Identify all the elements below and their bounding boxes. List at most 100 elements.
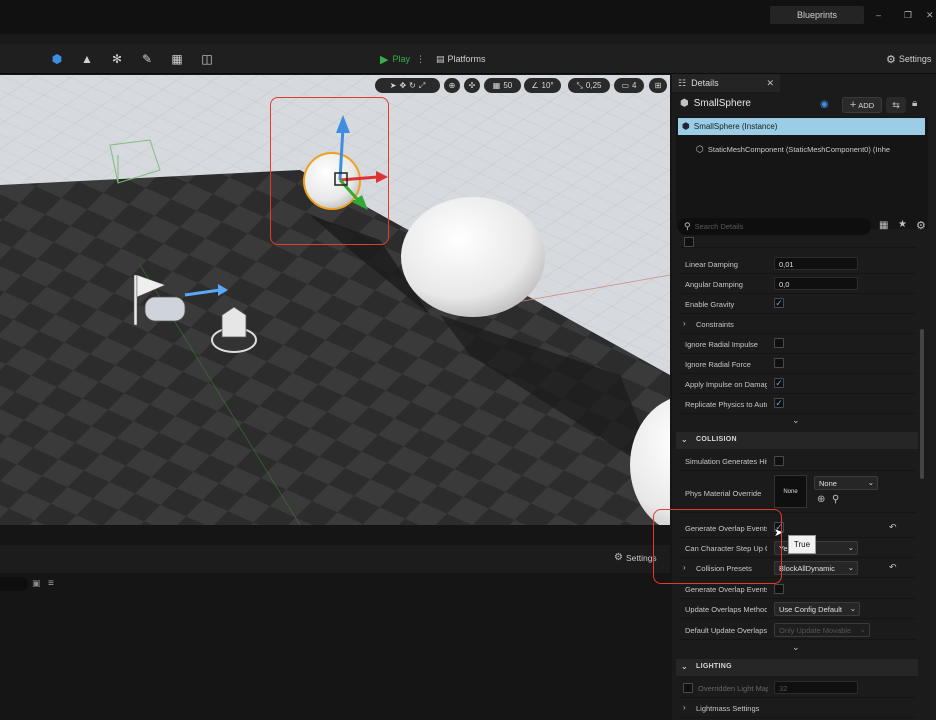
tab-strip [0, 34, 936, 44]
lock-icon[interactable]: 🔒︎ [912, 98, 917, 109]
simulation-generates-hit-checkbox[interactable] [774, 456, 784, 466]
actor-icon: ⬢ [682, 121, 690, 131]
level-viewport[interactable] [0, 75, 670, 525]
reset-to-default-icon[interactable]: ↶ [889, 562, 897, 573]
phys-material-thumbnail[interactable]: None [774, 475, 807, 508]
property-constraints[interactable]: › Constraints [680, 314, 916, 334]
chevron-right-icon[interactable]: › [683, 319, 686, 328]
camera-icon: ▭ [621, 81, 630, 90]
fracture-mode-icon[interactable]: ▦ [170, 52, 184, 66]
minimize-button[interactable]: – [876, 10, 881, 20]
section-lighting[interactable]: ⌄ LIGHTING [676, 659, 918, 676]
angular-damping-input[interactable]: 0,0 [774, 277, 858, 290]
favorites-star-icon[interactable]: ★ [898, 219, 907, 230]
play-options-icon[interactable]: ⋮ [416, 54, 425, 65]
scale-icon[interactable]: ⤢ [419, 81, 425, 91]
enable-gravity-checkbox[interactable]: ✓ [774, 298, 784, 308]
grid-snap-toggle[interactable]: ▦ 50 [484, 78, 521, 93]
save-search-icon[interactable]: ▣ [32, 578, 41, 589]
details-settings-icon[interactable]: ⚙ [916, 219, 926, 232]
transform-tools[interactable]: ➤ ✥ ↻ ⤢ [375, 78, 440, 93]
ignore-radial-force-checkbox[interactable] [774, 358, 784, 368]
play-icon: ▶ [380, 53, 389, 66]
replicate-physics-checkbox[interactable]: ✓ [774, 398, 784, 408]
property-phys-material-override: Phys Material Override None None ⌄ ⊕ ⚲ [680, 473, 916, 513]
world-local-icon[interactable]: ⊕ [444, 78, 460, 93]
chevron-down-icon: ⌄ [859, 625, 866, 634]
blueprints-tab[interactable]: Blueprints [770, 6, 864, 24]
plus-icon: + [849, 99, 857, 111]
scale-snap-icon: ⤡ [576, 80, 583, 90]
close-button[interactable]: ✕ [926, 10, 934, 21]
play-button[interactable]: ▶ Play ⋮ [380, 51, 425, 67]
chevron-down-icon: ⌄ [867, 478, 874, 487]
property-overridden-light-map: Overridden Light Map Res 32 [680, 678, 916, 698]
select-arrow-icon[interactable]: ➤ [390, 81, 397, 90]
close-tab-icon[interactable]: ✕ [766, 78, 774, 89]
component-row-instance[interactable]: ⬢ SmallSphere (Instance) [678, 118, 925, 135]
property-enable-gravity: Enable Gravity ✓ [680, 294, 916, 314]
foliage-mode-icon[interactable]: ✻ [110, 52, 124, 66]
property-generate-overlap-events-streaming: Generate Overlap Events During Level Str… [680, 579, 916, 599]
blueprint-convert-icon[interactable]: ⇆ [886, 97, 906, 113]
section-collision[interactable]: ⌄ COLLISION [676, 432, 918, 449]
collision-presets-dropdown[interactable]: BlockAllDynamic ⌄ [774, 561, 858, 575]
search-icon: ⚲ [684, 221, 691, 231]
phys-material-dropdown[interactable]: None ⌄ [814, 476, 878, 490]
light-map-res-input: 32 [774, 681, 858, 694]
rotate-icon[interactable]: ↻ [409, 81, 416, 90]
search-details-input[interactable]: ⚲ Search Details [678, 218, 871, 235]
blueprint-icon[interactable]: ◉ [820, 99, 829, 110]
add-component-button[interactable]: + ADD [842, 97, 882, 113]
modeling-mode-icon[interactable]: ◫ [200, 52, 214, 66]
reset-to-default-icon[interactable]: ↶ [889, 522, 897, 533]
platforms-button[interactable]: ▤ Platforms [436, 51, 486, 67]
property-angular-damping: Angular Damping 0,0 [680, 274, 916, 294]
browse-icon[interactable]: ⊕ [817, 494, 825, 505]
expand-advanced-chevron-icon[interactable]: ⌄ [792, 415, 800, 426]
property-simulation-generates-hit: Simulation Generates Hit Events [680, 451, 916, 471]
chevron-right-icon[interactable]: › [683, 703, 686, 712]
update-overlaps-dropdown[interactable]: Use Config Default ⌄ [774, 602, 860, 616]
settings-button[interactable]: ⚙ Settings [886, 51, 931, 67]
select-mode-icon[interactable]: ⬢ [50, 52, 64, 66]
apply-impulse-checkbox[interactable]: ✓ [774, 378, 784, 388]
expand-collision-advanced-icon[interactable]: ⌄ [792, 642, 800, 653]
overridden-light-map-checkbox[interactable] [683, 683, 693, 693]
find-in-browser-icon[interactable]: ⚲ [832, 494, 839, 505]
property-lightmass-settings[interactable]: › Lightmass Settings [680, 698, 916, 718]
generate-overlap-streaming-checkbox[interactable] [774, 584, 784, 594]
table-view-icon[interactable]: ▦ [879, 220, 888, 231]
property-apply-impulse-on-damage: Apply Impulse on Damage ✓ [680, 374, 916, 394]
chevron-down-icon: ⌄ [847, 563, 854, 572]
details-scrollbar[interactable] [920, 329, 924, 479]
default-update-overlaps-dropdown: Only Update Movable ⌄ [774, 623, 870, 637]
scale-snap-toggle[interactable]: ⤡ 0,25 [568, 78, 610, 93]
actor-icon: ⬢ [680, 98, 689, 109]
property-ignore-radial-force: Ignore Radial Force [680, 354, 916, 374]
chevron-down-icon: ⌄ [681, 662, 689, 671]
can-step-up-dropdown[interactable]: Yes ⌄ [774, 541, 858, 555]
partial-checkbox[interactable] [684, 237, 694, 247]
surface-snap-icon[interactable]: ✣ [464, 78, 480, 93]
rotation-snap-toggle[interactable]: ∠ 10° [524, 78, 561, 93]
property-row-partial [680, 234, 916, 248]
component-row-static-mesh[interactable]: ⬡ StaticMeshComponent (StaticMeshCompone… [696, 142, 928, 156]
ignore-radial-impulse-checkbox[interactable] [774, 338, 784, 348]
chevron-down-icon: ⌄ [847, 543, 854, 552]
bottom-settings-button[interactable]: ⚙ Settings [614, 552, 657, 563]
gear-icon: ⚙ [886, 53, 896, 66]
camera-speed-button[interactable]: ▭ 4 [614, 78, 644, 93]
chevron-down-icon: ⌄ [681, 435, 689, 444]
angle-icon: ∠ [531, 81, 539, 90]
content-search-input[interactable] [0, 577, 28, 591]
layout-icon[interactable]: ⊞ [649, 78, 667, 93]
linear-damping-input[interactable]: 0,01 [774, 257, 858, 270]
move-icon[interactable]: ✥ [399, 81, 406, 90]
maximize-button[interactable]: ❐ [904, 10, 912, 21]
details-tab[interactable]: ☷ Details ✕ [672, 74, 780, 92]
property-update-overlaps-method: Update Overlaps Method During Level Stre… [680, 599, 916, 619]
filter-icon[interactable]: ≡ [48, 578, 54, 589]
landscape-mode-icon[interactable]: ▲ [80, 52, 94, 66]
mesh-paint-icon[interactable]: ✎ [140, 52, 154, 66]
